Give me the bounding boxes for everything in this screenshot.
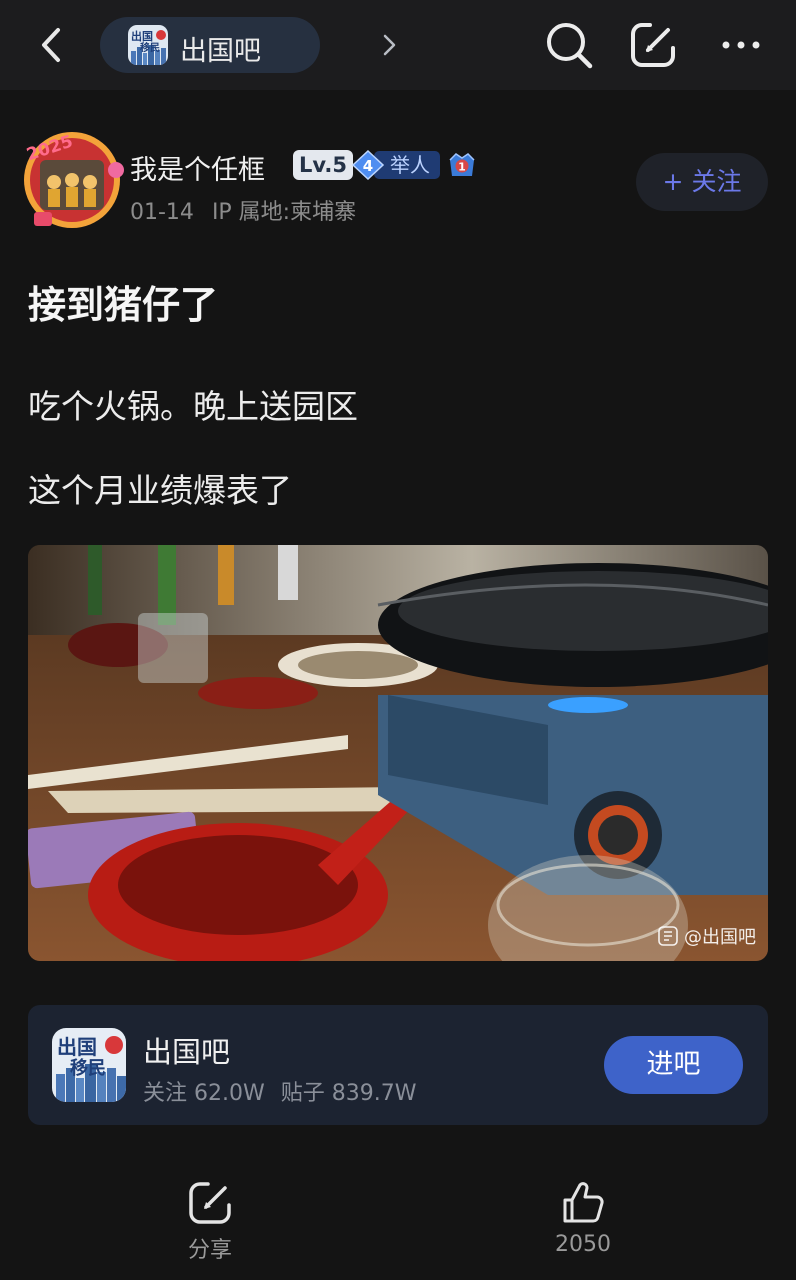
post-image[interactable]: @出国吧	[28, 545, 768, 961]
rank-badge: 1	[445, 148, 479, 182]
forum-pill[interactable]: 出国 移民 出国吧	[100, 17, 396, 73]
forum-card-name: 出国吧	[143, 1035, 231, 1069]
more-icon	[722, 41, 760, 49]
post-meta: 01-14 IP 属地:柬埔寨	[130, 194, 356, 226]
back-button[interactable]	[30, 22, 76, 68]
post-line-1: 吃个火锅。晚上送园区	[28, 387, 358, 426]
more-button[interactable]	[714, 18, 768, 72]
diamond-icon: 4	[352, 150, 384, 180]
post-line-2: 这个月业绩爆表了	[28, 471, 292, 510]
forum-card-stats: 关注 62.0W 贴子 839.7W	[143, 1075, 416, 1107]
thumbs-up-icon	[563, 1182, 604, 1223]
enter-forum-button[interactable]: 进吧	[604, 1036, 743, 1094]
svg-text:4: 4	[363, 157, 373, 175]
svg-text:出国: 出国	[57, 1035, 97, 1059]
ip-location: IP 属地:柬埔寨	[211, 200, 357, 225]
avatar[interactable]: 2025	[18, 124, 126, 232]
search-button[interactable]	[542, 18, 596, 72]
chevron-right-icon	[383, 34, 396, 56]
forum-post-count: 贴子 839.7W	[280, 1081, 417, 1106]
share-button[interactable]: 分享	[150, 1180, 270, 1264]
forum-name: 出国吧	[180, 36, 261, 67]
search-icon	[547, 23, 593, 69]
follow-button[interactable]: + 关注	[636, 153, 768, 211]
svg-text:出国: 出国	[131, 29, 153, 43]
author-name[interactable]: 我是个任框	[130, 148, 265, 187]
like-button[interactable]: 2050	[523, 1180, 643, 1257]
top-bar: 出国 移民 出国吧	[0, 0, 796, 90]
forum-card-logo: 出国 移民	[52, 1028, 126, 1102]
compose-button[interactable]	[626, 18, 680, 72]
svg-text:移民: 移民	[70, 1057, 106, 1079]
post-title: 接到猪仔了	[28, 283, 219, 327]
image-watermark: @出国吧	[658, 923, 756, 949]
share-icon	[189, 1182, 231, 1224]
forum-logo: 出国 移民	[128, 25, 168, 65]
chevron-left-icon	[42, 28, 60, 62]
share-label: 分享	[187, 1238, 232, 1263]
watermark-icon	[658, 926, 678, 946]
level-badge: Lv.5	[293, 150, 353, 180]
forum-follow-count: 关注 62.0W	[143, 1081, 265, 1106]
watermark-text: @出国吧	[684, 927, 756, 948]
like-count: 2050	[555, 1232, 611, 1257]
forum-card[interactable]: 出国 移民 出国吧 关注 62.0W 贴子 839.7W 进吧	[28, 1005, 768, 1125]
crown-badge-icon: 1	[449, 153, 475, 176]
svg-text:1: 1	[458, 161, 466, 174]
edit-icon	[631, 23, 675, 67]
svg-text:移民: 移民	[140, 41, 160, 54]
post-date: 01-14	[130, 200, 194, 225]
